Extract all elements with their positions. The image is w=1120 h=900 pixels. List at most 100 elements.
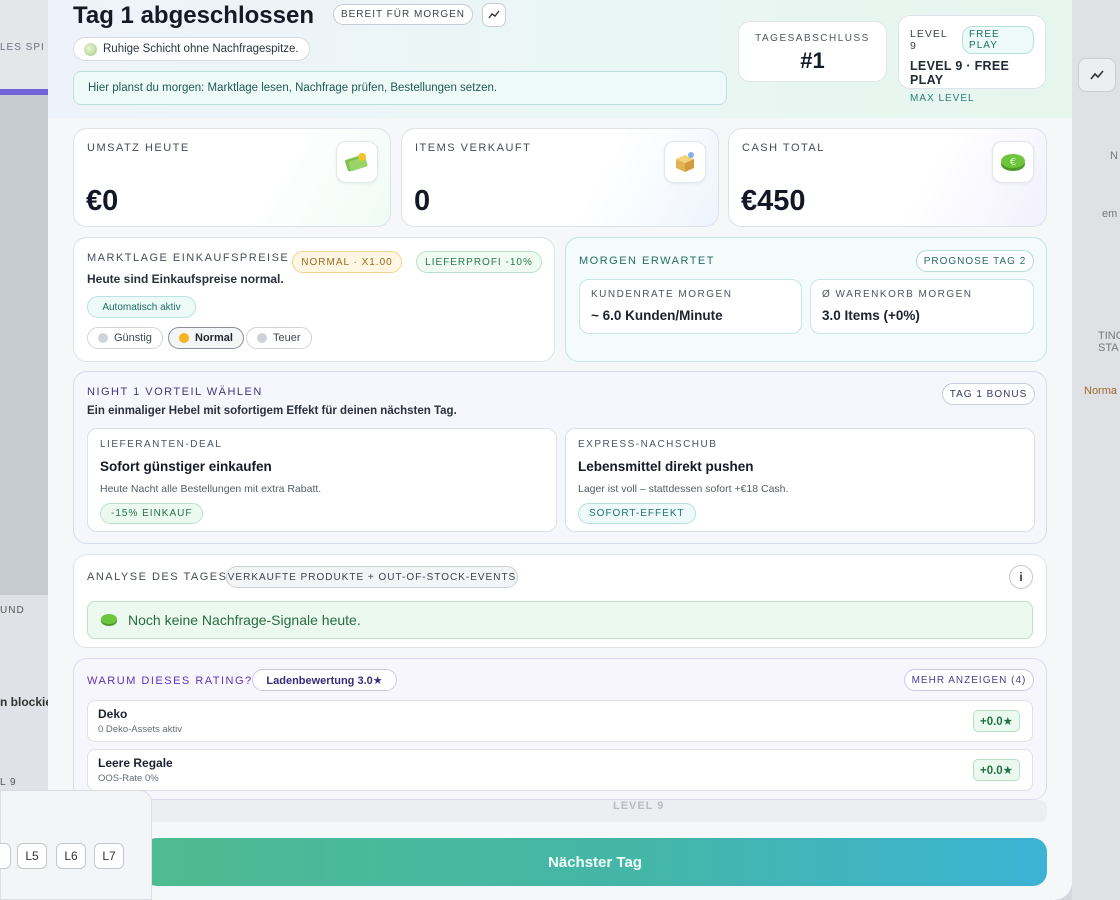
calm-icon [84, 42, 97, 56]
stat-label: ITEMS VERKAUFT [415, 142, 532, 154]
option-label: Günstig [114, 332, 152, 344]
warenkorb-label: Ø WARENKORB MORGEN [822, 289, 973, 300]
stat-card-umsatz: UMSATZ HEUTE €0 [73, 128, 391, 227]
advantage-label: EXPRESS-NACHSCHUB [578, 439, 718, 450]
rating-row-leere-regale: Leere Regale OOS-Rate 0% +0.0★ [87, 749, 1033, 791]
level-label: LEVEL 9 [910, 28, 948, 52]
night-subtitle: Ein einmaliger Hebel mit sofortigem Effe… [87, 405, 457, 417]
chart-icon[interactable] [1078, 58, 1116, 92]
kundenrate-label: KUNDENRATE MORGEN [591, 289, 733, 300]
level-button-l6[interactable]: L6 [56, 843, 86, 869]
advantage-express-nachschub[interactable]: EXPRESS-NACHSCHUB Lebensmittel direkt pu… [565, 428, 1035, 532]
warenkorb-value: 3.0 Items (+0%) [822, 308, 920, 323]
auto-badge: Automatisch aktiv [87, 296, 196, 318]
bg-game-area [0, 95, 50, 595]
option-guenstig[interactable]: Günstig [87, 327, 163, 349]
calm-chip: Ruhige Schicht ohne Nachfragespitze. [73, 37, 310, 61]
level-line: LEVEL 9 · FREE PLAY [910, 59, 1010, 87]
night-label: NIGHT 1 VORTEIL WÄHLEN [87, 386, 263, 398]
option-teuer[interactable]: Teuer [246, 327, 312, 349]
mehr-anzeigen-button[interactable]: MEHR ANZEIGEN (4) [904, 669, 1034, 691]
page-title: Tag 1 abgeschlossen [73, 2, 314, 29]
info-bar: Hier planst du morgen: Marktlage lesen, … [73, 71, 727, 105]
level-button-l4[interactable] [0, 843, 11, 869]
analysis-badge: VERKAUFTE PRODUKTE + OUT-OF-STOCK-EVENTS [226, 566, 518, 588]
tag-bonus-badge: TAG 1 BONUS [942, 383, 1035, 405]
bg-left-blocked: n blockie [0, 695, 53, 709]
kundenrate-value: ~ 6.0 Kunden/Minute [591, 308, 723, 323]
rating-row-value: +0.0★ [972, 759, 1020, 781]
stat-card-items: ITEMS VERKAUFT 0 [401, 128, 719, 227]
bg-left-level: L 9 [0, 777, 17, 788]
level-button-l7[interactable]: L7 [94, 843, 124, 869]
rating-label: WARUM DIESES RATING? [87, 675, 253, 687]
analysis-message: Noch keine Nachfrage-Signale heute. [87, 601, 1033, 639]
analysis-card: ANALYSE DES TAGES VERKAUFTE PRODUKTE + O… [73, 554, 1047, 648]
option-label: Normal [195, 332, 233, 344]
market-subtitle: Heute sind Einkaufspreise normal. [87, 272, 284, 286]
normal-badge: NORMAL · X1.00 [292, 251, 402, 273]
modal-header: Tag 1 abgeschlossen BEREIT FÜR MORGEN Ru… [48, 0, 1072, 118]
kundenrate-card: KUNDENRATE MORGEN ~ 6.0 Kunden/Minute [579, 279, 802, 334]
advantage-title: Sofort günstiger einkaufen [100, 459, 272, 474]
market-card: MARKTLAGE EINKAUFSPREISE Heute sind Eink… [73, 237, 555, 362]
lieferprofi-badge: LIEFERPROFI -10% [416, 251, 542, 273]
stat-label: UMSATZ HEUTE [87, 142, 190, 154]
level-card: LEVEL 9 FREE PLAY LEVEL 9 · FREE PLAY MA… [898, 15, 1046, 104]
advantage-badge: SOFORT-EFFEKT [578, 503, 696, 524]
bg-left-label: LES SPI [0, 42, 45, 53]
svg-text:€: € [1010, 157, 1016, 168]
rating-card: WARUM DIESES RATING? Ladenbewertung 3.0★… [73, 658, 1047, 800]
tagesabschluss-value: #1 [800, 48, 825, 73]
ready-badge: BEREIT FÜR MORGEN [333, 4, 473, 25]
stat-value: 0 [414, 185, 431, 217]
ladenbewertung-badge: Ladenbewertung 3.0★ [252, 669, 397, 691]
advantage-desc: Lager ist voll – stattdessen sofort +€18… [578, 483, 789, 495]
advantage-title: Lebensmittel direkt pushen [578, 459, 754, 474]
faded-level: LEVEL 9 [613, 800, 665, 812]
level-dock: L5 L6 L7 [0, 790, 152, 900]
info-icon[interactable]: i [1009, 565, 1033, 589]
stat-value: €450 [741, 185, 806, 217]
bg-right-label-4: TING STA [1098, 330, 1120, 354]
rating-row-deko: Deko 0 Deko-Assets aktiv +0.0★ [87, 700, 1033, 742]
stat-card-cash: CASH TOTAL €450 € [728, 128, 1047, 227]
market-label: MARKTLAGE EINKAUFSPREISE [87, 252, 290, 264]
night-card: NIGHT 1 VORTEIL WÄHLEN Ein einmaliger He… [73, 371, 1047, 544]
option-label: Teuer [273, 332, 301, 344]
forecast-label: MORGEN ERWARTET [579, 255, 715, 267]
max-level-label: MAX LEVEL [910, 93, 975, 104]
rating-row-name: Leere Regale [98, 756, 173, 770]
bg-right-label-5: Norma [1084, 385, 1118, 397]
trend-icon[interactable] [482, 3, 506, 27]
analysis-label: ANALYSE DES TAGES [87, 571, 228, 583]
rating-row-value: +0.0★ [972, 710, 1020, 732]
bg-left-line1: UND [0, 605, 25, 616]
rating-row-sub: 0 Deko-Assets aktiv [98, 724, 182, 735]
warenkorb-card: Ø WARENKORB MORGEN 3.0 Items (+0%) [810, 279, 1034, 334]
bg-right-label-1: N [1110, 150, 1118, 162]
advantage-lieferanten-deal[interactable]: LIEFERANTEN-DEAL Sofort günstiger einkau… [87, 428, 557, 532]
advantage-badge: -15% EINKAUF [100, 503, 204, 524]
tagesabschluss-card: TAGESABSCHLUSS #1 [738, 21, 887, 82]
day-summary-modal: Tag 1 abgeschlossen BEREIT FÜR MORGEN Ru… [48, 0, 1072, 900]
tagesabschluss-label: TAGESABSCHLUSS [755, 33, 870, 44]
advantage-label: LIEFERANTEN-DEAL [100, 439, 223, 450]
money-icon [336, 141, 378, 183]
forecast-card: MORGEN ERWARTET PROGNOSE TAG 2 KUNDENRAT… [565, 237, 1047, 362]
advantage-desc: Heute Nacht alle Bestellungen mit extra … [100, 483, 322, 495]
calm-chip-text: Ruhige Schicht ohne Nachfragespitze. [103, 43, 299, 55]
free-play-badge: FREE PLAY [962, 26, 1034, 54]
stat-label: CASH TOTAL [742, 142, 825, 154]
faded-footer: LEVEL 9 [73, 800, 1047, 822]
rating-row-name: Deko [98, 707, 128, 721]
level-button-l5[interactable]: L5 [17, 843, 47, 869]
rating-row-sub: OOS-Rate 0% [98, 773, 159, 784]
stat-value: €0 [86, 185, 119, 217]
option-normal[interactable]: Normal [168, 327, 244, 349]
analysis-message-text: Noch keine Nachfrage-Signale heute. [128, 612, 361, 628]
bg-right-panel: N em TING STA Norma [1072, 0, 1120, 900]
next-day-button[interactable]: Nächster Tag [143, 838, 1047, 886]
box-icon [664, 141, 706, 183]
prognose-badge: PROGNOSE TAG 2 [916, 250, 1034, 272]
